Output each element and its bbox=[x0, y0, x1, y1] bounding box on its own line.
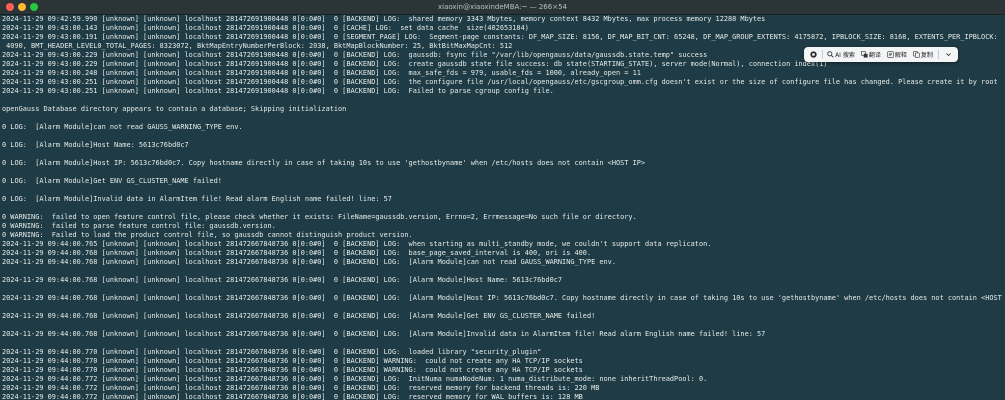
terminal-line: 2024-11-29 09:44:00.768 [unknown] [unkno… bbox=[2, 249, 592, 257]
terminal-line: 2024-11-29 09:44:00.770 [unknown] [unkno… bbox=[2, 348, 542, 356]
terminal-line: 2024-11-29 09:44:00.770 [unknown] [unkno… bbox=[2, 357, 583, 365]
terminal-line: 0 WARNING: Failed to load the product co… bbox=[2, 231, 413, 239]
ai-search-label: AI 搜索 bbox=[835, 52, 855, 59]
terminal-line: 2024-11-29 09:44:00.768 [unknown] [unkno… bbox=[2, 330, 766, 338]
explain-label: 解释 bbox=[894, 52, 907, 59]
terminal-line: 2024-11-29 09:43:00.248 [unknown] [unkno… bbox=[2, 69, 641, 77]
selection-toolbar: AI 搜索 翻译 解释 复制 bbox=[804, 47, 958, 62]
terminal-line: 2024-11-29 09:43:00.251 [unknown] [unkno… bbox=[2, 87, 554, 95]
terminal-line: 0 WARNING: failed to open feature contro… bbox=[2, 213, 637, 221]
ai-search-button[interactable]: AI 搜索 bbox=[825, 48, 857, 61]
ai-search-icon bbox=[827, 51, 834, 58]
terminal-line: 2024-11-29 09:43:00.191 [unknown] [unkno… bbox=[2, 33, 1002, 41]
terminal-line: 2024-11-29 09:44:00.772 [unknown] [unkno… bbox=[2, 375, 708, 383]
terminal-output[interactable]: 2024-11-29 09:42:59.990 [unknown] [unkno… bbox=[2, 15, 1002, 400]
toolbar-logo[interactable] bbox=[808, 48, 819, 61]
window-title: xiaoxin@xiaoxindeMBA:~ — 266×54 bbox=[437, 3, 567, 11]
terminal-line: 2024-11-29 09:44:00.768 [unknown] [unkno… bbox=[2, 312, 596, 320]
terminal-line: 2024-11-29 09:44:00.765 [unknown] [unkno… bbox=[2, 240, 712, 248]
translate-button[interactable]: 翻译 bbox=[859, 48, 883, 61]
explain-icon bbox=[887, 51, 894, 58]
translate-icon bbox=[860, 51, 868, 58]
terminal-line: 2024-11-29 09:43:00.143 [unknown] [unkno… bbox=[2, 24, 529, 32]
title-bar[interactable]: xiaoxin@xiaoxindeMBA:~ — 266×54 bbox=[0, 0, 1005, 15]
terminal-window: xiaoxin@xiaoxindeMBA:~ — 266×54 2024-11-… bbox=[0, 0, 1005, 400]
terminal-line: 0 LOG: [Alarm Module]Get ENV GS_CLUSTER_… bbox=[2, 177, 222, 185]
translate-label: 翻译 bbox=[868, 52, 881, 59]
terminal-line: 0 LOG: [Alarm Module]Host Name: 5613c76b… bbox=[2, 141, 189, 149]
terminal-line: 0 LOG: [Alarm Module]Host IP: 5613c76bd0… bbox=[2, 159, 646, 167]
copy-icon bbox=[913, 51, 920, 58]
terminal-line: 2024-11-29 09:44:00.770 [unknown] [unkno… bbox=[2, 366, 583, 374]
terminal-line: 2024-11-29 09:44:00.772 [unknown] [unkno… bbox=[2, 393, 583, 400]
terminal-line: 2024-11-29 09:42:59.990 [unknown] [unkno… bbox=[2, 15, 766, 23]
terminal-line: 0 LOG: [Alarm Module]can not read GAUSS_… bbox=[2, 123, 243, 131]
terminal-line: 2024-11-29 09:44:00.768 [unknown] [unkno… bbox=[2, 294, 1002, 302]
terminal-line: openGauss Database directory appears to … bbox=[2, 105, 347, 113]
terminal-line: 2024-11-29 09:44:00.772 [unknown] [unkno… bbox=[2, 384, 600, 392]
chevron-down-icon bbox=[946, 53, 951, 57]
terminal-line: 0 WARNING: failed to parse feature contr… bbox=[2, 222, 276, 230]
terminal-line: 2024-11-29 09:44:00.768 [unknown] [unkno… bbox=[2, 258, 616, 266]
copy-label: 复制 bbox=[920, 52, 933, 59]
terminal-line: 2024-11-29 09:44:00.768 [unknown] [unkno… bbox=[2, 276, 563, 284]
explain-button[interactable]: 解释 bbox=[885, 48, 909, 61]
logo-icon bbox=[810, 51, 817, 58]
terminal-line: 2024-11-29 09:43:00.251 [unknown] [unkno… bbox=[2, 78, 1002, 86]
terminal-line: 0 LOG: [Alarm Module]Invalid data in Ala… bbox=[2, 195, 392, 203]
more-options-button[interactable] bbox=[943, 48, 954, 61]
copy-button[interactable]: 复制 bbox=[911, 48, 935, 61]
